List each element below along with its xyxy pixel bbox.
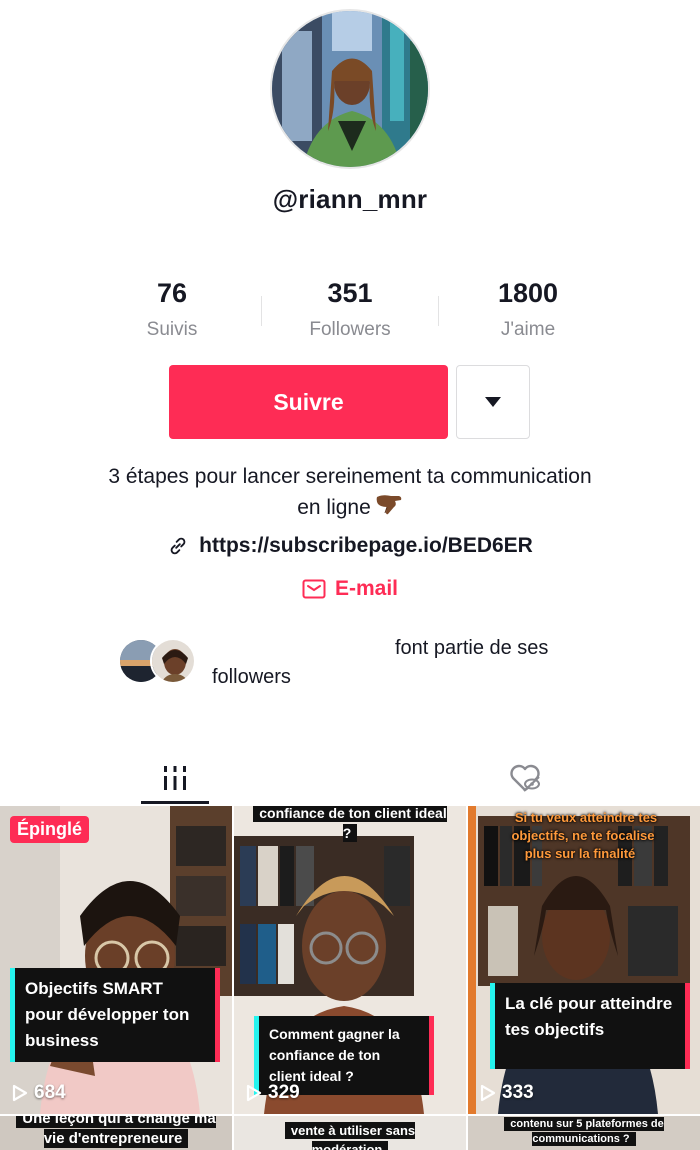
mutual-text-1: font partie de ses — [395, 637, 549, 659]
stat-followers-value: 351 — [327, 278, 373, 308]
stat-likes-label: J'aime — [500, 319, 556, 340]
video-caption-text: Une leçon qui a changé ma vie d'entrepre… — [16, 1116, 216, 1148]
video-thumbnail[interactable]: confiance de ton client ideal ? Comment … — [234, 806, 466, 1114]
avatar — [150, 638, 196, 684]
stat-likes: 1800 J'aime — [438, 278, 618, 341]
view-count-value: 329 — [268, 1082, 300, 1103]
email-label: E-mail — [334, 577, 399, 600]
video-top-caption: Si tu veux atteindre tes objectifs, ne t… — [498, 808, 668, 864]
view-count-value: 333 — [502, 1082, 534, 1103]
pointing-down-hand-icon — [375, 493, 403, 524]
liked-hidden-icon — [510, 764, 540, 792]
caret-down-icon — [485, 397, 501, 407]
video-caption-text: vente à utiliser sans modération — [284, 1122, 416, 1150]
bio-line-2: en ligne — [297, 496, 371, 519]
play-icon — [480, 1084, 496, 1102]
view-count-value: 684 — [34, 1082, 66, 1103]
more-options-button[interactable] — [456, 365, 530, 439]
video-top-caption-text: confiance de ton client ideal ? — [253, 806, 447, 842]
profile-link-url: https://subscribepage.io/BED6ER — [199, 534, 533, 557]
mutual-followers-avatars[interactable] — [118, 638, 208, 686]
video-thumbnail[interactable]: contenu sur 5 plateformes de communicati… — [468, 1116, 700, 1150]
active-tab-indicator — [141, 801, 209, 804]
mutual-text-2: followers — [212, 666, 291, 688]
video-caption: Objectifs SMART pour développer ton busi… — [10, 968, 220, 1062]
view-count: 329 — [246, 1082, 300, 1104]
view-count: 684 — [12, 1082, 66, 1104]
video-thumbnail[interactable]: Si tu veux atteindre tes objectifs, ne t… — [468, 806, 700, 1114]
stat-following[interactable]: 76 Suivis — [82, 278, 262, 341]
follow-button[interactable]: Suivre — [169, 365, 448, 439]
mail-icon — [302, 579, 326, 599]
stat-likes-value: 1800 — [497, 278, 559, 308]
video-thumbnail[interactable]: Une leçon qui a changé ma vie d'entrepre… — [0, 1116, 232, 1150]
video-thumbnail[interactable]: Épinglé Objectifs SMART pour développer … — [0, 806, 232, 1114]
profile-link[interactable]: https://subscribepage.io/BED6ER — [0, 534, 700, 558]
pinned-badge: Épinglé — [10, 816, 90, 843]
profile-username: @riann_mnr — [272, 184, 428, 214]
video-caption: contenu sur 5 plateformes de communicati… — [488, 1116, 680, 1148]
tab-videos[interactable] — [0, 752, 350, 804]
bio-line-1: 3 étapes pour lancer sereinement ta comm… — [108, 465, 592, 488]
link-icon — [170, 537, 186, 555]
view-count: 333 — [480, 1082, 534, 1104]
email-button[interactable]: E-mail — [0, 577, 700, 601]
video-top-caption-text: Si tu veux atteindre tes objectifs, ne t… — [511, 810, 658, 861]
play-icon — [246, 1084, 262, 1102]
stat-following-value: 76 — [156, 278, 188, 308]
profile-bio: 3 étapes pour lancer sereinement ta comm… — [60, 461, 640, 524]
stat-following-label: Suivis — [146, 319, 198, 340]
video-grid: Épinglé Objectifs SMART pour développer … — [0, 806, 700, 1150]
video-caption: vente à utiliser sans modération — [254, 1120, 446, 1150]
video-caption: La clé pour atteindre tes objectifs — [490, 983, 690, 1069]
video-thumbnail[interactable]: vente à utiliser sans modération — [234, 1116, 466, 1150]
video-top-caption: confiance de ton client ideal ? — [244, 806, 456, 844]
video-caption: Une leçon qui a changé ma vie d'entrepre… — [0, 1116, 232, 1150]
stat-followers-label: Followers — [309, 319, 391, 340]
grid-videos-icon — [164, 766, 186, 790]
tab-liked[interactable] — [350, 752, 700, 804]
profile-avatar[interactable] — [270, 9, 430, 169]
stat-followers[interactable]: 351 Followers — [260, 278, 440, 341]
play-icon — [12, 1084, 28, 1102]
video-caption-text: contenu sur 5 plateformes de communicati… — [504, 1117, 664, 1146]
